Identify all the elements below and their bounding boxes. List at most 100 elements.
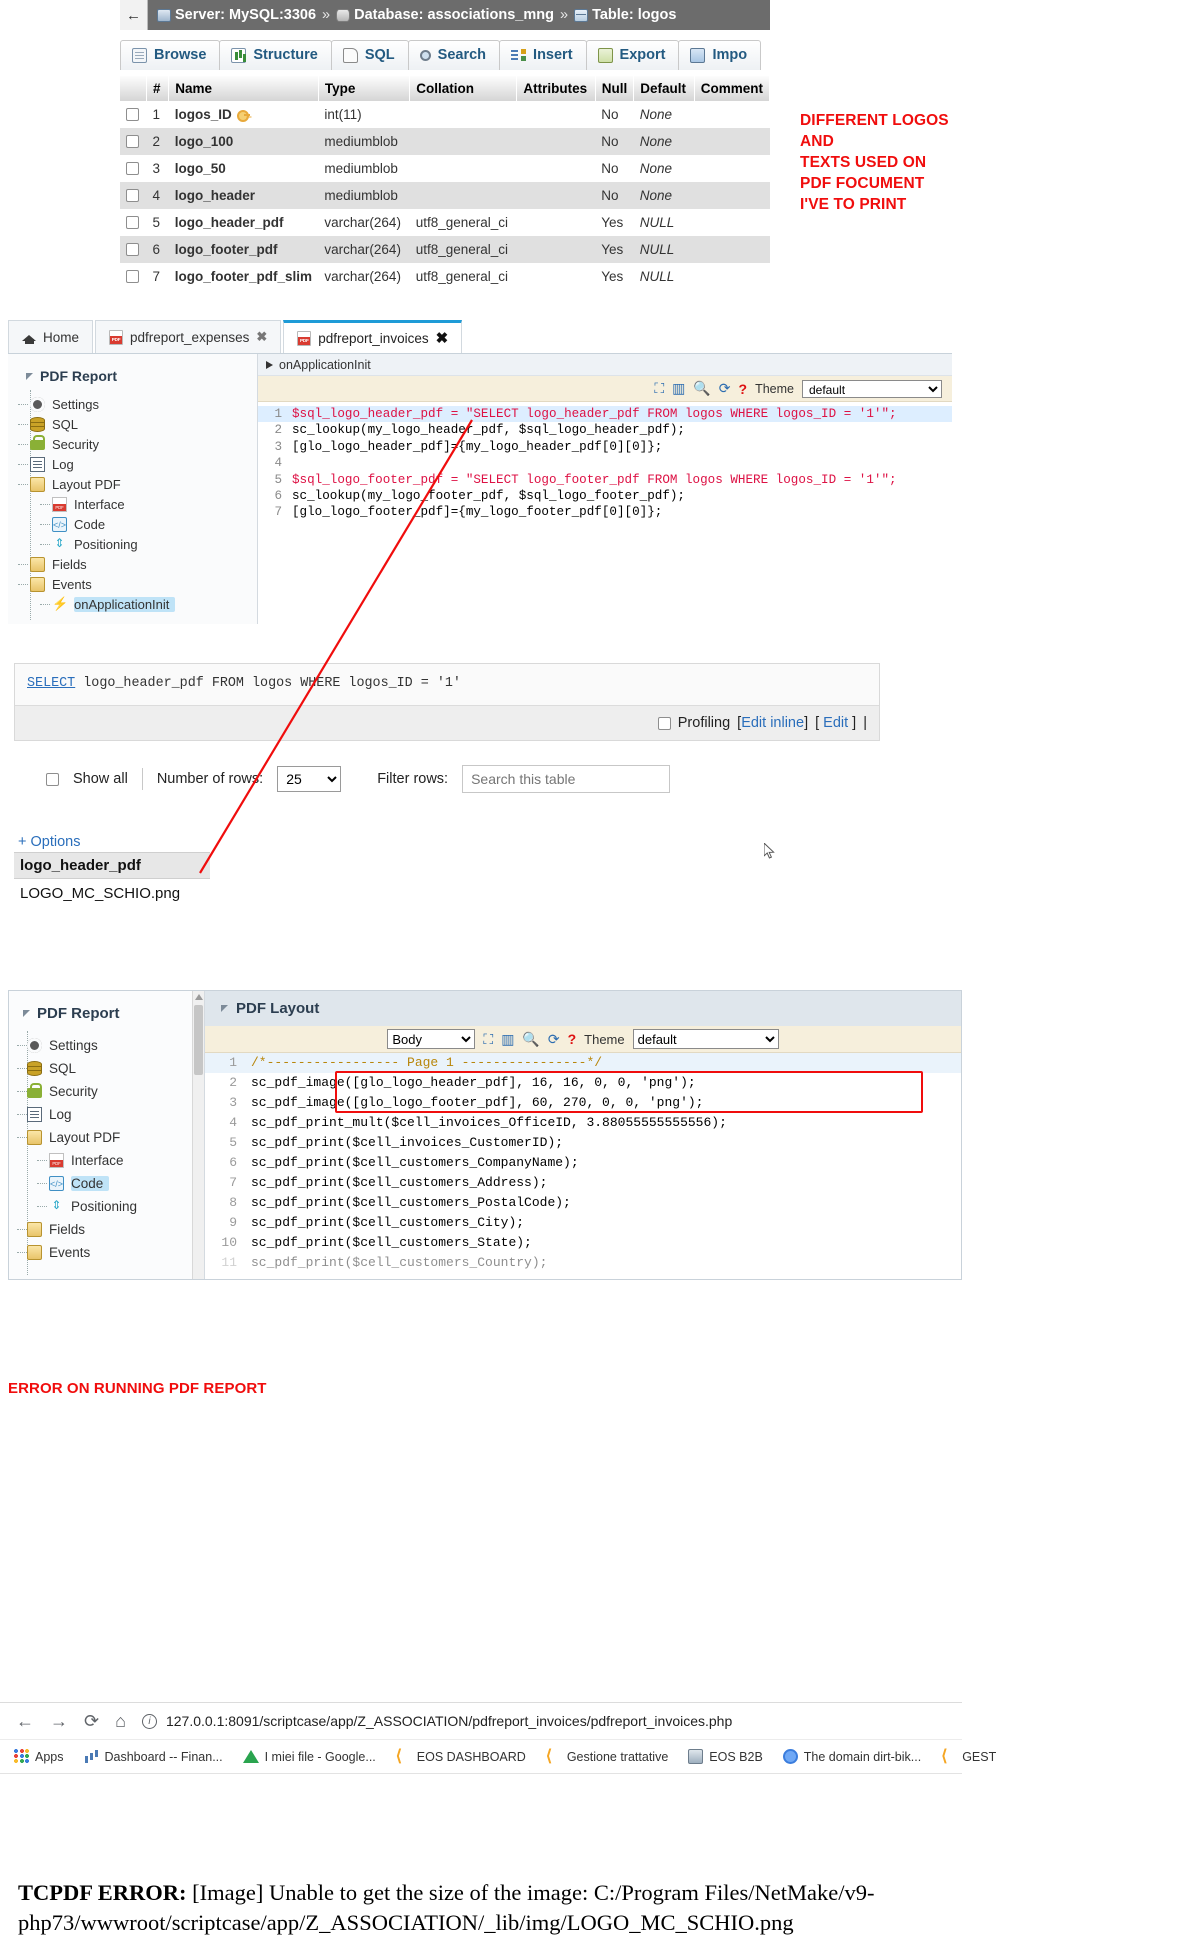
tree-item-interface[interactable]: Interface — [8, 494, 257, 514]
tree-item-log[interactable]: Log — [8, 454, 257, 474]
tab-insert[interactable]: Insert — [499, 40, 587, 70]
breadcrumb-table[interactable]: Table: logos — [592, 7, 676, 23]
row-checkbox[interactable] — [126, 270, 139, 283]
split-view-icon[interactable]: ▥ — [501, 1031, 514, 1048]
filter-rows-input[interactable] — [462, 765, 671, 793]
tree-item-fields[interactable]: Fields — [9, 1218, 204, 1241]
fullscreen-icon[interactable]: ⛶ — [483, 1031, 493, 1048]
th-num[interactable]: # — [146, 76, 170, 101]
row-checkbox[interactable] — [126, 108, 139, 121]
help-icon[interactable]: ? — [568, 1031, 577, 1047]
bookmark-eos-b2b[interactable]: EOS B2B — [688, 1749, 763, 1764]
tree-item-layout-pdf[interactable]: Layout PDF — [9, 1126, 204, 1149]
tree-item-positioning[interactable]: ⇕ Positioning — [9, 1195, 204, 1218]
bookmark-dashboard[interactable]: Dashboard -- Finan... — [83, 1749, 223, 1764]
edit-inline-link[interactable]: Edit inline — [741, 715, 804, 731]
row-checkbox[interactable] — [126, 189, 139, 202]
url-text[interactable]: 127.0.0.1:8091/scriptcase/app/Z_ASSOCIAT… — [166, 1713, 732, 1729]
th-type[interactable]: Type — [318, 76, 411, 101]
th-name[interactable]: Name — [168, 76, 319, 101]
row-checkbox[interactable] — [126, 162, 139, 175]
close-icon[interactable]: ✖ — [256, 329, 267, 345]
th-default[interactable]: Default — [633, 76, 695, 101]
site-info-icon[interactable] — [141, 1713, 157, 1729]
tree-item-fields[interactable]: Fields — [8, 554, 257, 574]
collapse-triangle-icon[interactable] — [221, 1005, 228, 1012]
tree-item-interface[interactable]: Interface — [9, 1149, 204, 1172]
code-line: 4 — [258, 455, 952, 471]
tab-search[interactable]: Search — [407, 40, 501, 70]
tab-sql[interactable]: SQL — [330, 40, 409, 70]
tree-item-sql[interactable]: SQL — [9, 1057, 204, 1080]
tab-export[interactable]: Export — [585, 40, 680, 70]
tree-item-positioning[interactable]: ⇕ Positioning — [8, 534, 257, 554]
close-icon[interactable]: ✖ — [436, 329, 449, 347]
url-pill[interactable]: 127.0.0.1:8091/scriptcase/app/Z_ASSOCIAT… — [141, 1713, 732, 1729]
tab-pdfreport-invoices[interactable]: pdfreport_invoices ✖ — [283, 320, 463, 353]
result-column-header[interactable]: logo_header_pdf — [14, 852, 210, 879]
bookmark-google-drive[interactable]: I miei file - Google... — [242, 1750, 376, 1764]
refresh-icon[interactable]: ⟳ — [719, 380, 731, 397]
rows-select[interactable]: 25 — [277, 766, 342, 792]
tree-item-security[interactable]: Security — [8, 434, 257, 454]
bookmark-gest[interactable]: ⟨ GEST — [941, 1749, 996, 1765]
code-lines[interactable]: 1 $sql_logo_header_pdf = "SELECT logo_hea… — [258, 402, 952, 521]
tree-item-log[interactable]: Log — [9, 1103, 204, 1126]
theme-select[interactable]: default — [802, 379, 942, 398]
tab-browse[interactable]: Browse — [120, 40, 221, 70]
tree-item-sql[interactable]: SQL — [8, 414, 257, 434]
tree-item-settings[interactable]: Settings — [9, 1034, 204, 1057]
tree-item-code[interactable]: </> Code — [8, 514, 257, 534]
fullscreen-icon[interactable]: ⛶ — [654, 380, 664, 397]
th-null[interactable]: Null — [595, 76, 635, 101]
collapse-triangle-icon[interactable] — [26, 372, 33, 380]
forward-arrow-icon[interactable]: → — [50, 1711, 68, 1732]
breadcrumb-server[interactable]: Server: MySQL:3306 — [175, 7, 316, 23]
breadcrumb-database[interactable]: Database: associations_mng — [354, 7, 554, 23]
tree-item-label: Events — [49, 1245, 91, 1260]
refresh-icon[interactable]: ⟳ — [548, 1031, 560, 1048]
home-icon[interactable]: ⌂ — [115, 1711, 126, 1732]
bookmark-eos-dashboard[interactable]: ⟨ EOS DASHBOARD — [396, 1749, 526, 1765]
th-comment[interactable]: Comment — [694, 76, 771, 101]
block-select[interactable]: Body — [387, 1029, 476, 1049]
row-checkbox[interactable] — [126, 216, 139, 229]
show-all-checkbox[interactable] — [46, 772, 59, 786]
profiling-checkbox[interactable] — [657, 716, 671, 730]
tree-scrollbar[interactable] — [192, 991, 204, 1279]
tree-item-code[interactable]: </> Code — [9, 1172, 204, 1195]
tree-item-security[interactable]: Security — [9, 1080, 204, 1103]
tab-import[interactable]: Impo — [678, 40, 762, 70]
help-icon[interactable]: ? — [739, 381, 748, 397]
bookmark-domain[interactable]: The domain dirt-bik... — [782, 1749, 921, 1764]
tab-home[interactable]: Home — [8, 320, 94, 353]
bookmark-gestione-trattative[interactable]: ⟨ Gestione trattative — [546, 1749, 668, 1765]
sql-query-text[interactable]: SELECT logo_header_pdf FROM logos WHERE … — [15, 664, 879, 705]
th-collation[interactable]: Collation — [409, 76, 518, 101]
tree-item-events[interactable]: Events — [9, 1241, 204, 1264]
row-checkbox[interactable] — [126, 135, 139, 148]
theme-select[interactable]: default — [632, 1029, 779, 1049]
tab-pdfreport-expenses[interactable]: pdfreport_expenses ✖ — [95, 320, 282, 353]
th-attributes[interactable]: Attributes — [516, 76, 596, 101]
search-icon[interactable]: 🔍 — [522, 1031, 539, 1048]
options-toggle[interactable]: + Options — [18, 834, 80, 850]
expand-triangle-icon[interactable] — [266, 360, 273, 369]
reload-icon[interactable]: ⟳ — [84, 1711, 99, 1732]
tab-structure[interactable]: Structure — [219, 40, 332, 70]
tree-item-events[interactable]: Events — [8, 574, 257, 594]
search-icon[interactable]: 🔍 — [693, 380, 710, 397]
scroll-up-icon[interactable] — [195, 994, 203, 1000]
back-arrow-icon[interactable]: ← — [16, 1711, 34, 1732]
tree-item-layout-pdf[interactable]: Layout PDF — [8, 474, 257, 494]
edit-link[interactable]: Edit — [823, 715, 848, 731]
bookmark-apps[interactable]: Apps — [14, 1749, 64, 1764]
split-view-icon[interactable]: ▥ — [672, 380, 685, 397]
tree-item-settings[interactable]: Settings — [8, 394, 257, 414]
collapse-triangle-icon[interactable] — [23, 1010, 30, 1017]
row-checkbox[interactable] — [126, 243, 139, 256]
back-button[interactable]: ← — [120, 0, 148, 30]
tree-item-onapplicationinit[interactable]: ⚡ onApplicationInit — [8, 594, 257, 614]
pdf-code-lines[interactable]: 1 /*----------------- Page 1 ------------… — [205, 1053, 961, 1273]
scrollbar-thumb[interactable] — [194, 1005, 203, 1075]
